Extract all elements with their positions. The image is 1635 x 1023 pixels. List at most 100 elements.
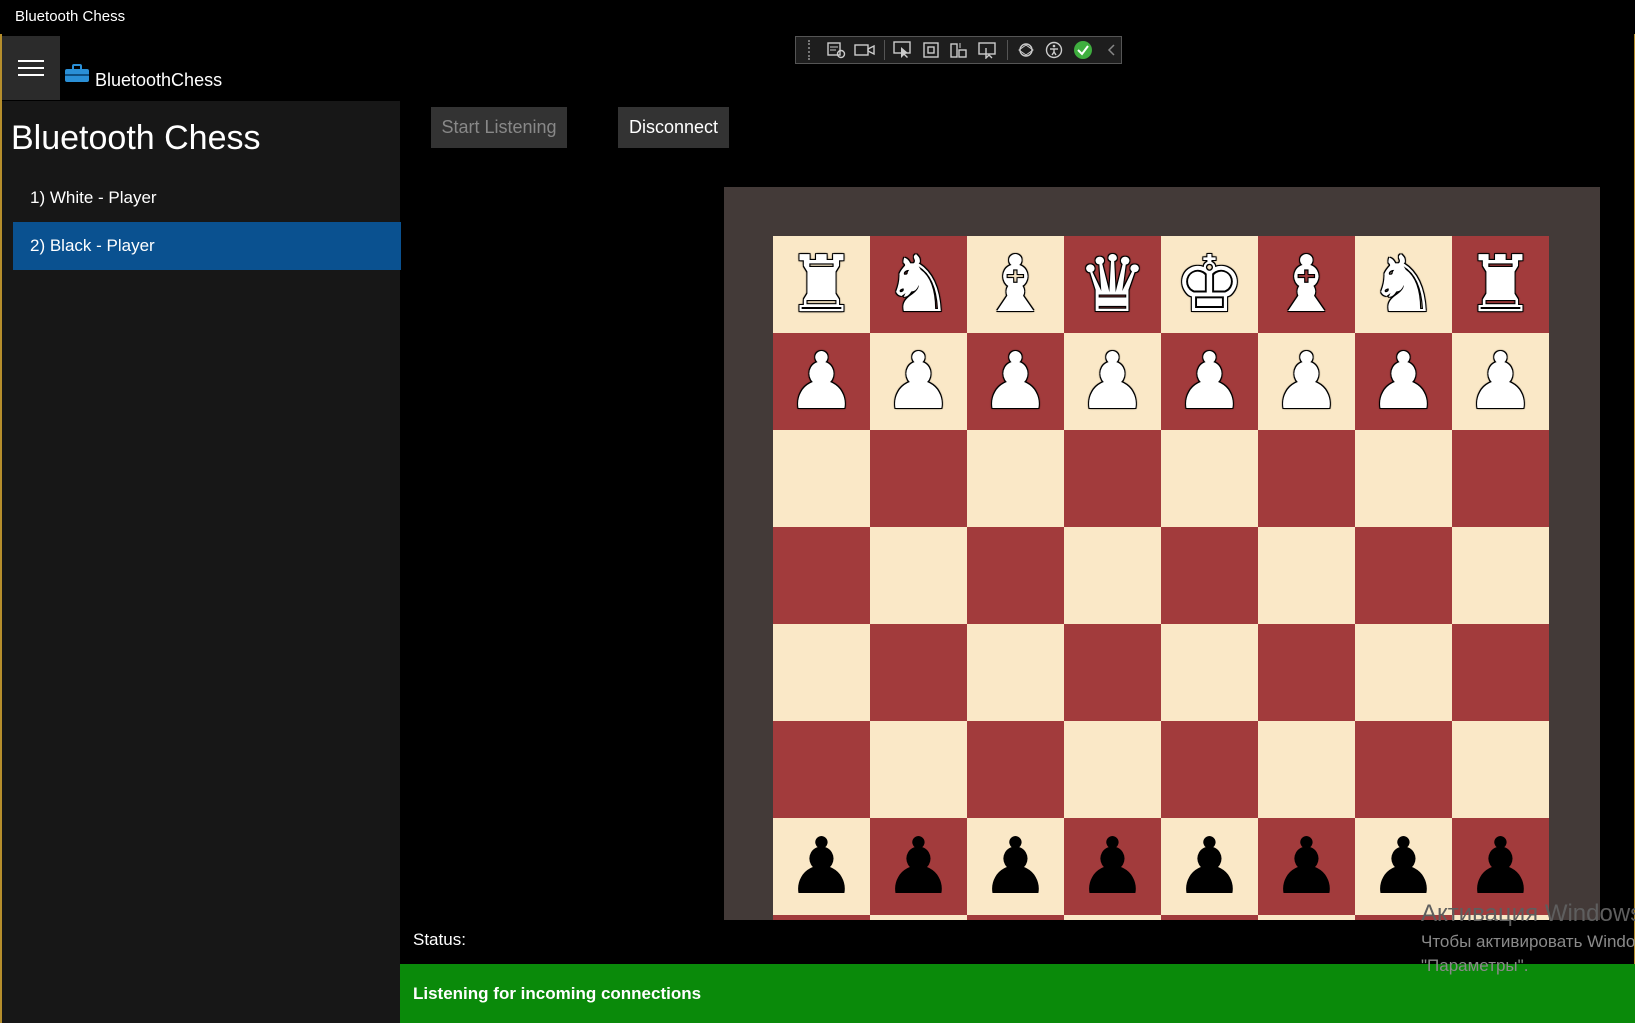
square-a8[interactable]: ♜ xyxy=(773,236,870,333)
white-pawn-piece[interactable]: ♟ xyxy=(981,343,1051,421)
square-d2[interactable]: ♟ xyxy=(1064,818,1161,915)
square-d7[interactable]: ♟ xyxy=(1064,333,1161,430)
square-b7[interactable]: ♟ xyxy=(870,333,967,430)
disconnect-button[interactable]: Disconnect xyxy=(618,107,729,148)
square-h6[interactable] xyxy=(1452,430,1549,527)
live-visual-tree-icon[interactable] xyxy=(825,40,845,60)
white-pawn-piece[interactable]: ♟ xyxy=(1175,343,1245,421)
square-c7[interactable]: ♟ xyxy=(967,333,1064,430)
white-pawn-piece[interactable]: ♟ xyxy=(1466,343,1536,421)
square-d8[interactable]: ♛ xyxy=(1064,236,1161,333)
square-b2[interactable]: ♟ xyxy=(870,818,967,915)
record-icon[interactable] xyxy=(853,40,876,60)
white-knight-piece[interactable]: ♞ xyxy=(884,246,954,324)
white-pawn-piece[interactable]: ♟ xyxy=(884,343,954,421)
square-c4[interactable] xyxy=(967,624,1064,721)
square-f4[interactable] xyxy=(1258,624,1355,721)
black-pawn-piece[interactable]: ♟ xyxy=(884,828,954,906)
black-pawn-piece[interactable]: ♟ xyxy=(1272,828,1342,906)
black-pawn-piece[interactable]: ♟ xyxy=(1369,828,1439,906)
white-knight-piece[interactable]: ♞ xyxy=(1369,246,1439,324)
display-layout-adorners-icon[interactable] xyxy=(921,40,941,60)
square-a7[interactable]: ♟ xyxy=(773,333,870,430)
square-f6[interactable] xyxy=(1258,430,1355,527)
square-b8[interactable]: ♞ xyxy=(870,236,967,333)
accessibility-icon[interactable] xyxy=(1044,40,1064,60)
square-e3[interactable] xyxy=(1161,721,1258,818)
square-b1[interactable]: ♞ xyxy=(870,915,967,920)
square-h3[interactable] xyxy=(1452,721,1549,818)
square-d3[interactable] xyxy=(1064,721,1161,818)
square-g6[interactable] xyxy=(1355,430,1452,527)
square-d6[interactable] xyxy=(1064,430,1161,527)
square-f5[interactable] xyxy=(1258,527,1355,624)
hot-reload-icon[interactable] xyxy=(1016,40,1036,60)
square-e6[interactable] xyxy=(1161,430,1258,527)
square-g8[interactable]: ♞ xyxy=(1355,236,1452,333)
collapse-chevron-icon[interactable] xyxy=(1101,40,1121,60)
sidebar-item-white-player[interactable]: 1) White - Player xyxy=(13,174,401,222)
square-e7[interactable]: ♟ xyxy=(1161,333,1258,430)
white-pawn-piece[interactable]: ♟ xyxy=(787,343,857,421)
square-f8[interactable]: ♝ xyxy=(1258,236,1355,333)
square-b5[interactable] xyxy=(870,527,967,624)
square-g7[interactable]: ♟ xyxy=(1355,333,1452,430)
square-d1[interactable]: ♛ xyxy=(1064,915,1161,920)
square-f2[interactable]: ♟ xyxy=(1258,818,1355,915)
white-rook-piece[interactable]: ♜ xyxy=(1466,246,1536,324)
square-a6[interactable] xyxy=(773,430,870,527)
binding-failures-icon[interactable] xyxy=(977,40,999,60)
square-g3[interactable] xyxy=(1355,721,1452,818)
square-a4[interactable] xyxy=(773,624,870,721)
square-f1[interactable]: ♝ xyxy=(1258,915,1355,920)
square-h8[interactable]: ♜ xyxy=(1452,236,1549,333)
start-listening-button[interactable]: Start Listening xyxy=(431,107,567,148)
square-c1[interactable]: ♝ xyxy=(967,915,1064,920)
toolbar-grip[interactable] xyxy=(808,40,813,60)
square-a2[interactable]: ♟ xyxy=(773,818,870,915)
track-focus-icon[interactable] xyxy=(949,40,969,60)
sidebar-item-black-player[interactable]: 2) Black - Player xyxy=(13,222,401,270)
square-d5[interactable] xyxy=(1064,527,1161,624)
square-a5[interactable] xyxy=(773,527,870,624)
square-e4[interactable] xyxy=(1161,624,1258,721)
white-pawn-piece[interactable]: ♟ xyxy=(1078,343,1148,421)
square-f7[interactable]: ♟ xyxy=(1258,333,1355,430)
square-c3[interactable] xyxy=(967,721,1064,818)
square-b3[interactable] xyxy=(870,721,967,818)
square-c5[interactable] xyxy=(967,527,1064,624)
white-bishop-piece[interactable]: ♝ xyxy=(1272,246,1342,324)
square-c6[interactable] xyxy=(967,430,1064,527)
white-queen-piece[interactable]: ♛ xyxy=(1078,246,1148,324)
check-ok-icon[interactable] xyxy=(1073,40,1093,60)
black-pawn-piece[interactable]: ♟ xyxy=(787,828,857,906)
square-h4[interactable] xyxy=(1452,624,1549,721)
black-pawn-piece[interactable]: ♟ xyxy=(1078,828,1148,906)
square-a3[interactable] xyxy=(773,721,870,818)
square-e2[interactable]: ♟ xyxy=(1161,818,1258,915)
black-pawn-piece[interactable]: ♟ xyxy=(1175,828,1245,906)
square-b4[interactable] xyxy=(870,624,967,721)
white-king-piece[interactable]: ♚ xyxy=(1175,246,1245,324)
square-g4[interactable] xyxy=(1355,624,1452,721)
square-b6[interactable] xyxy=(870,430,967,527)
square-h5[interactable] xyxy=(1452,527,1549,624)
white-pawn-piece[interactable]: ♟ xyxy=(1369,343,1439,421)
square-e1[interactable]: ♚ xyxy=(1161,915,1258,920)
white-bishop-piece[interactable]: ♝ xyxy=(981,246,1051,324)
square-e8[interactable]: ♚ xyxy=(1161,236,1258,333)
black-pawn-piece[interactable]: ♟ xyxy=(1466,828,1536,906)
square-c8[interactable]: ♝ xyxy=(967,236,1064,333)
chess-board[interactable]: ♜♞♝♛♚♝♞♜♟♟♟♟♟♟♟♟♟♟♟♟♟♟♟♟♜♞♝♛♚♝♞♜ xyxy=(773,236,1549,920)
black-pawn-piece[interactable]: ♟ xyxy=(981,828,1051,906)
white-pawn-piece[interactable]: ♟ xyxy=(1272,343,1342,421)
square-a1[interactable]: ♜ xyxy=(773,915,870,920)
square-d4[interactable] xyxy=(1064,624,1161,721)
square-h7[interactable]: ♟ xyxy=(1452,333,1549,430)
square-e5[interactable] xyxy=(1161,527,1258,624)
square-g5[interactable] xyxy=(1355,527,1452,624)
square-c2[interactable]: ♟ xyxy=(967,818,1064,915)
hamburger-menu-button[interactable] xyxy=(2,36,60,100)
white-rook-piece[interactable]: ♜ xyxy=(787,246,857,324)
select-element-icon[interactable] xyxy=(892,40,912,60)
